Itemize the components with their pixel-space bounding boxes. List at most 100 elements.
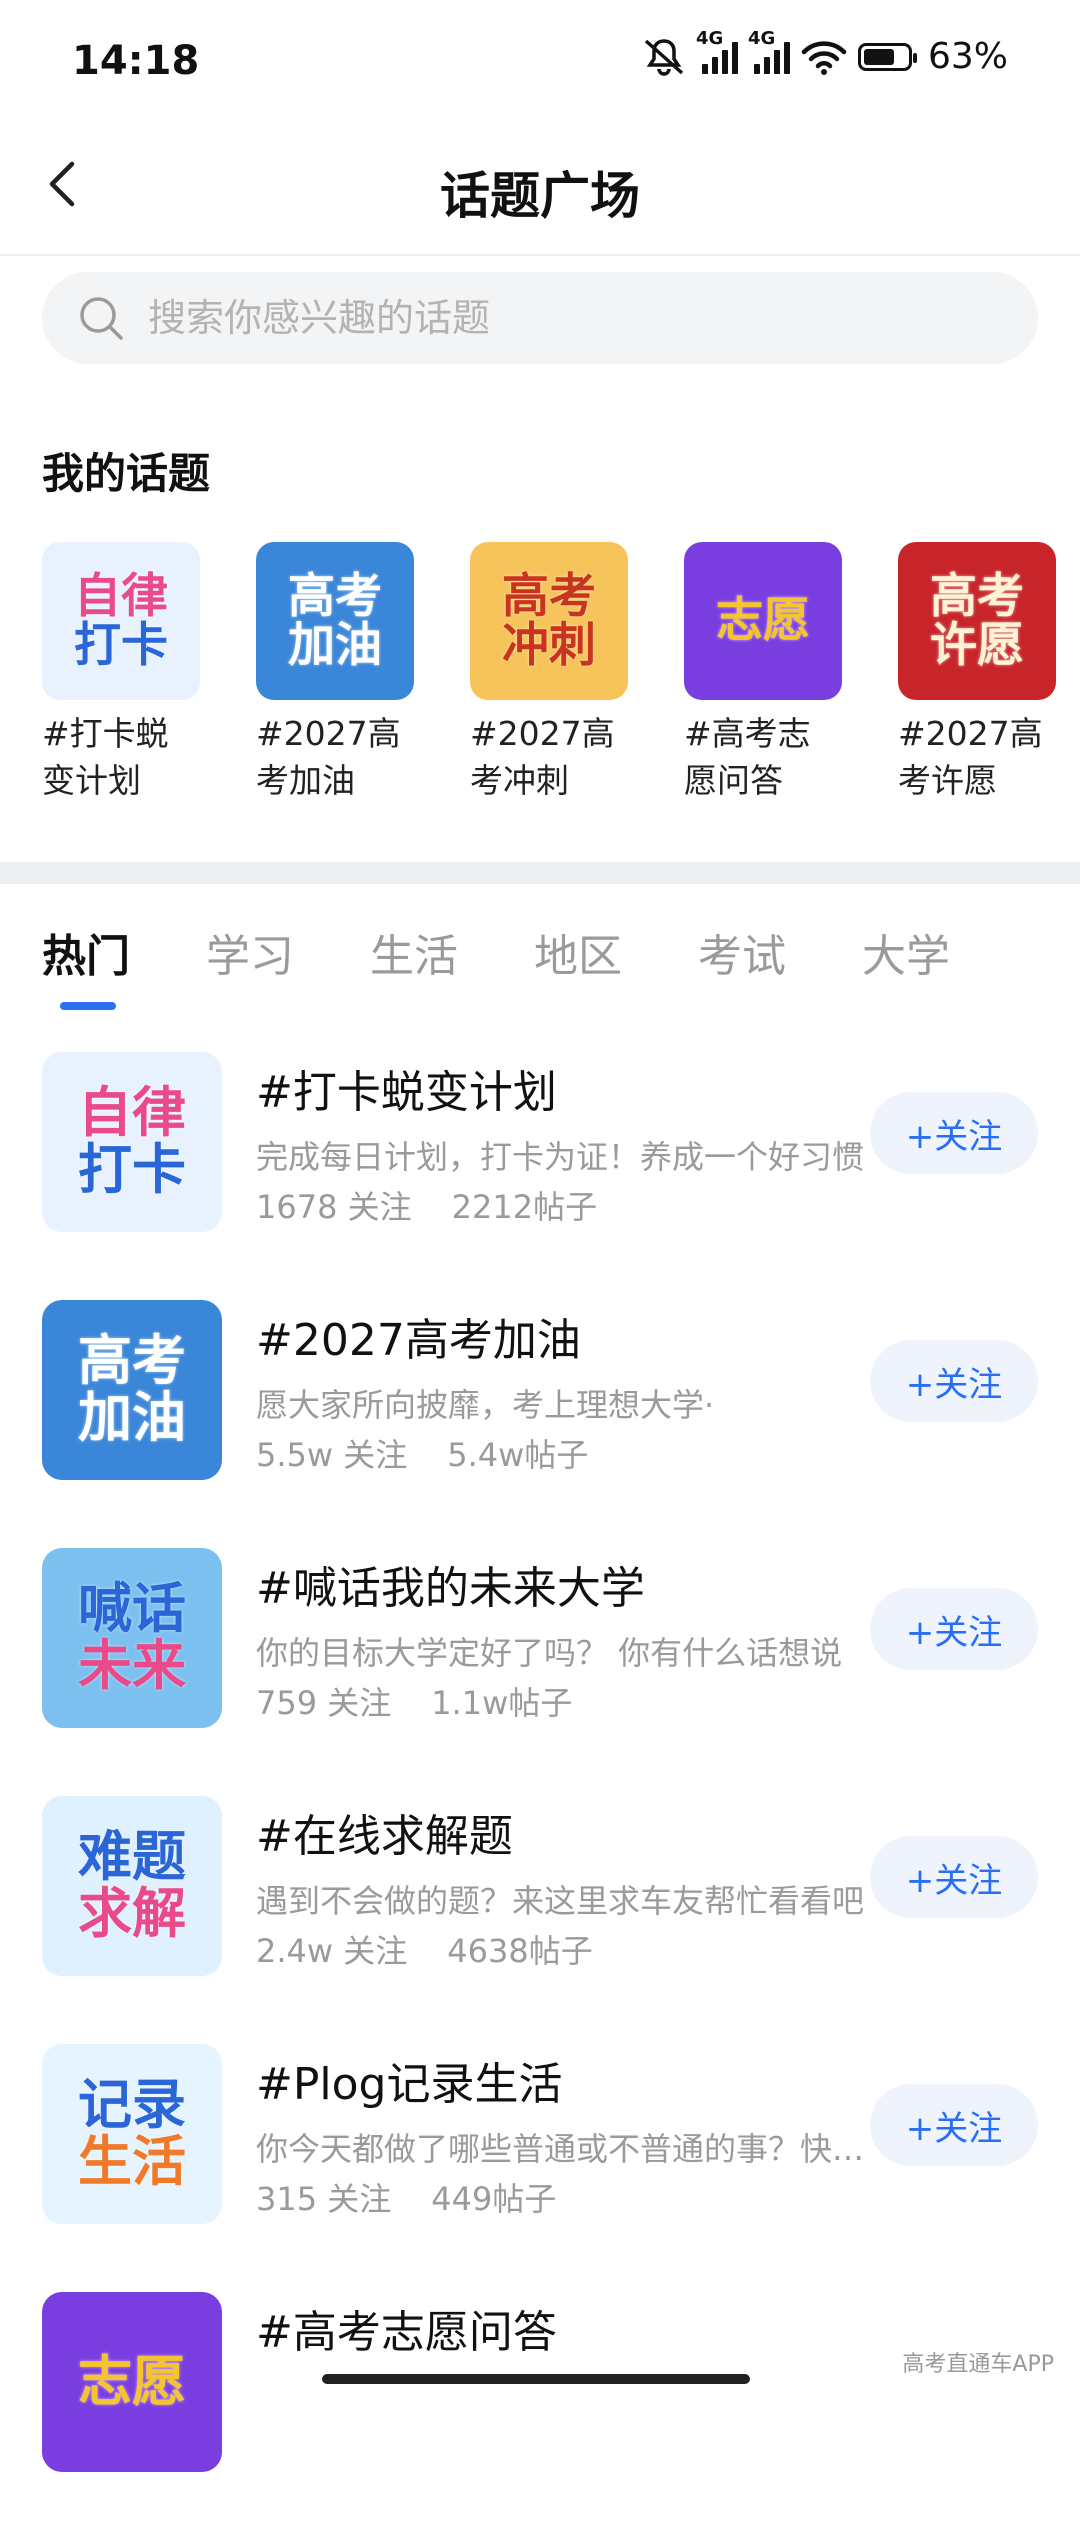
thumbnail-text: 高考 [288, 568, 382, 624]
post-count: 5.4w帖子 [447, 1436, 589, 1474]
thumbnail-text: 加油 [78, 1386, 186, 1449]
topic-thumbnail-art: 喊话 未来 [42, 1548, 222, 1728]
my-topic-label: #2027高考冲刺 [470, 714, 615, 800]
topic-stats: 759 关注 1.1w帖子 [256, 1678, 572, 1724]
topic-thumbnail-art: 记录 生活 [42, 2044, 222, 2224]
topic-name: #高考志愿问答 [256, 2307, 557, 2358]
topic-stats: 1678 关注 2212帖子 [256, 1182, 597, 1228]
thumbnail-text: 加油 [288, 618, 382, 673]
tab-item[interactable]: 大学 [862, 920, 1026, 984]
topic-name: #2027高考加油 [256, 1315, 581, 1366]
topic-stats: 315 关注 449帖子 [256, 2174, 556, 2220]
tab-item[interactable]: 地区 [534, 920, 698, 984]
search-icon [80, 297, 123, 340]
follow-button[interactable]: +关注 [870, 2084, 1038, 2166]
thumbnail-text: 高考 [502, 568, 596, 624]
topic-thumbnail-art: 难题 求解 [42, 1796, 222, 1976]
thumbnail-text: 打卡 [74, 618, 168, 673]
tab-item[interactable]: 热门 [42, 920, 206, 984]
topic-row[interactable]: 自律 打卡 #打卡蜕变计划 完成每日计划，打卡为证！养成一个好习惯 1678 关注 221… [0, 1052, 1080, 1300]
topic-description: 遇到不会做的题？来这里求车友帮忙看看吧 [256, 1882, 865, 1920]
topic-thumbnail-art: 高考 加油 [256, 542, 414, 700]
tab-item[interactable]: 学习 [206, 920, 370, 984]
topic-thumbnail-art: 高考 许愿 [898, 542, 1056, 700]
network-type: 4G [695, 27, 724, 49]
thumbnail-text: 生活 [78, 2130, 186, 2193]
follower-count: 759 关注 [256, 1684, 392, 1722]
my-topic-item[interactable]: 高考 冲刺 #2027高考冲刺 [470, 542, 628, 804]
thumbnail-text: 难题 [78, 1825, 186, 1889]
my-topic-item[interactable]: 高考 许愿 #2027高考许愿 [898, 542, 1056, 804]
section-divider [0, 862, 1080, 884]
active-tab-indicator [60, 1002, 116, 1010]
topic-row[interactable]: 记录 生活 #Plog记录生活你今天都做了哪些普通或不普通的事？快来分享 315 关注… [0, 2044, 1080, 2292]
thumbnail-text: 自律 [78, 1081, 186, 1145]
topic-thumbnail-art: 高考 加油 [42, 1300, 222, 1480]
follow-button[interactable]: +关注 [870, 1092, 1038, 1174]
follower-count: 1678 关注 [256, 1188, 412, 1226]
thumbnail-text: 志愿 [78, 2349, 186, 2413]
follow-button[interactable]: +关注 [870, 1340, 1038, 1422]
follower-count: 5.5w 关注 [256, 1436, 408, 1474]
tab-item[interactable]: 生活 [370, 920, 534, 984]
topic-description: 完成每日计划，打卡为证！养成一个好习惯 [256, 1138, 865, 1176]
topic-thumbnail-art: 志愿 [684, 542, 842, 700]
follow-button[interactable]: +关注 [870, 1836, 1038, 1918]
mute-icon [644, 38, 684, 76]
topic-name: #Plog记录生活 [256, 2059, 563, 2110]
topic-thumbnail: 喊话 未来 [42, 1548, 222, 1728]
my-topic-item[interactable]: 自律 打卡 #打卡蜕变计划 [42, 542, 200, 804]
search-bar[interactable] [42, 272, 1038, 364]
my-topics-list: 自律 打卡 #打卡蜕变计划 高考 加油 #2027高考加油 高考 冲刺 #2027高考冲刺 志愿 #… [42, 542, 1056, 804]
my-topic-thumbnail: 高考 冲刺 [470, 542, 628, 700]
topic-stats: 2.4w 关注 4638帖子 [256, 1926, 593, 1972]
my-topic-item[interactable]: 志愿 #高考志愿问答 [684, 542, 842, 804]
status-bar: 14:18 4G 4G 63% [0, 0, 1080, 120]
topic-thumbnail-art: 自律 打卡 [42, 1052, 222, 1232]
thumbnail-text: 志愿 [716, 593, 810, 649]
topic-list: 自律 打卡 #打卡蜕变计划 完成每日计划，打卡为证！养成一个好习惯 1678 关注 221… [0, 1052, 1080, 2540]
post-count: 4638帖子 [447, 1932, 593, 1970]
post-count: 2212帖子 [451, 1188, 598, 1226]
my-topic-thumbnail: 自律 打卡 [42, 542, 200, 700]
battery-icon [857, 42, 917, 71]
topic-description: 你的目标大学定好了吗？ 你有什么话想说 [256, 1634, 843, 1672]
battery-level: 63% [927, 36, 1008, 77]
follower-count: 315 关注 [256, 2180, 392, 2218]
my-topic-label: #2027高考许愿 [898, 714, 1043, 800]
thumbnail-text: 许愿 [930, 618, 1024, 673]
topic-thumbnail-art: 自律 打卡 [42, 542, 200, 700]
thumbnail-text: 喊话 [78, 1577, 186, 1641]
thumbnail-text: 高考 [930, 568, 1024, 624]
topic-row[interactable]: 志愿 #高考志愿问答 [0, 2292, 1080, 2540]
thumbnail-text: 求解 [78, 1882, 186, 1945]
my-topic-thumbnail: 高考 加油 [256, 542, 414, 700]
topic-description: 愿大家所向披靡，考上理想大学· [256, 1386, 715, 1424]
topic-thumbnail-art: 志愿 [42, 2292, 222, 2472]
topic-name: #在线求解题 [256, 1811, 513, 1862]
home-indicator[interactable] [322, 2374, 750, 2384]
topic-row[interactable]: 难题 求解 #在线求解题遇到不会做的题？来这里求车友帮忙看看吧 2.4w 关注 4638… [0, 1796, 1080, 2044]
topic-row[interactable]: 喊话 未来 #喊话我的未来大学 你的目标大学定好了吗？ 你有什么话想说 759 关注 1.… [0, 1548, 1080, 1796]
topic-row[interactable]: 高考 加油 #2027高考加油愿大家所向披靡，考上理想大学· 5.5w 关注 5.4w帖… [0, 1300, 1080, 1548]
tab-item[interactable]: 考试 [698, 920, 862, 984]
signal-icon: 4G [696, 28, 738, 74]
thumbnail-text: 打卡 [78, 1138, 186, 1201]
my-topic-item[interactable]: 高考 加油 #2027高考加油 [256, 542, 414, 804]
top-bar: 话题广场 [0, 120, 1080, 256]
my-topic-label: #打卡蜕变计划 [42, 714, 169, 800]
post-count: 449帖子 [431, 2180, 557, 2218]
topic-thumbnail: 难题 求解 [42, 1796, 222, 1976]
follower-count: 2.4w 关注 [256, 1932, 408, 1970]
topic-description: 你今天都做了哪些普通或不普通的事？快来分享 [256, 2130, 868, 2168]
wifi-icon [801, 40, 847, 75]
search-input[interactable] [146, 295, 950, 341]
topic-thumbnail: 志愿 [42, 2292, 222, 2472]
follow-button[interactable]: +关注 [870, 1588, 1038, 1670]
page-title: 话题广场 [440, 167, 640, 225]
network-type: 4G [747, 27, 776, 49]
topic-stats: 5.5w 关注 5.4w帖子 [256, 1430, 588, 1476]
watermark: 高考直通车APP [902, 2352, 1054, 2377]
topic-thumbnail: 记录 生活 [42, 2044, 222, 2224]
thumbnail-text: 自律 [74, 568, 168, 624]
